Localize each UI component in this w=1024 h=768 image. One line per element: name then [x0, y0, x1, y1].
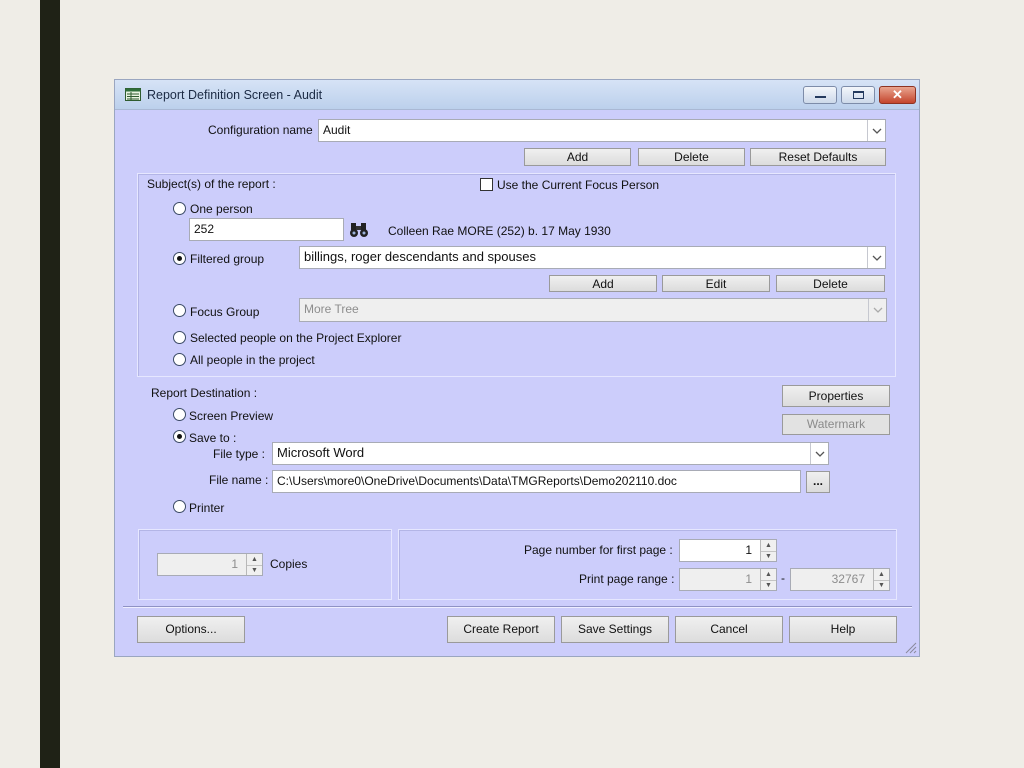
chevron-down-icon[interactable]: [867, 120, 885, 141]
person-description: Colleen Rae MORE (252) b. 17 May 1930: [388, 224, 611, 238]
copies-value: 1: [231, 557, 238, 571]
destination-label: Report Destination :: [151, 386, 258, 400]
copies-spinner[interactable]: 1 ▲ ▼: [157, 553, 263, 576]
first-page-spinner[interactable]: 1 ▲ ▼: [679, 539, 777, 562]
file-type-value: Microsoft Word: [277, 445, 365, 460]
screen-preview-label: Screen Preview: [189, 409, 274, 423]
config-add-button[interactable]: Add: [524, 148, 631, 166]
focus-group-radio[interactable]: [173, 304, 186, 317]
range-from-value: 1: [745, 572, 752, 586]
properties-button[interactable]: Properties: [782, 385, 890, 407]
focus-group-label: Focus Group: [190, 305, 260, 319]
use-focus-person-checkbox[interactable]: [480, 178, 493, 191]
title-bar: Report Definition Screen - Audit ✕: [115, 80, 919, 110]
use-focus-person-label: Use the Current Focus Person: [497, 178, 660, 192]
sidebar-bar: [40, 0, 60, 768]
spin-up-icon[interactable]: ▲: [247, 554, 262, 565]
resize-grip-icon[interactable]: [903, 640, 917, 657]
subjects-label: Subject(s) of the report :: [147, 177, 276, 191]
close-button[interactable]: ✕: [879, 86, 916, 104]
watermark-button[interactable]: Watermark: [782, 414, 890, 435]
spin-up-icon[interactable]: ▲: [874, 569, 889, 580]
minimize-icon: [815, 96, 826, 98]
binoculars-icon[interactable]: [348, 220, 370, 240]
window-title: Report Definition Screen - Audit: [147, 88, 323, 102]
printer-radio[interactable]: [173, 500, 186, 513]
footer-divider: [123, 606, 912, 608]
config-name-value: Audit: [323, 123, 351, 137]
range-separator: -: [781, 571, 785, 585]
group-edit-button[interactable]: Edit: [662, 275, 770, 292]
all-people-radio[interactable]: [173, 353, 186, 366]
maximize-icon: [853, 91, 864, 99]
save-settings-button[interactable]: Save Settings: [561, 616, 669, 643]
report-definition-dialog: Report Definition Screen - Audit ✕ Confi…: [114, 79, 920, 657]
chevron-down-icon[interactable]: [810, 443, 828, 464]
minimize-button[interactable]: [803, 86, 837, 104]
filtered-group-dropdown[interactable]: billings, roger descendants and spouses: [299, 246, 886, 269]
one-person-label: One person: [190, 202, 253, 216]
report-icon: [125, 88, 141, 104]
reset-defaults-button[interactable]: Reset Defaults: [750, 148, 886, 166]
close-icon: ✕: [892, 87, 903, 102]
first-page-value: 1: [745, 543, 752, 557]
save-to-radio[interactable]: [173, 430, 186, 443]
focus-group-value: More Tree: [304, 302, 359, 316]
file-type-dropdown[interactable]: Microsoft Word: [272, 442, 829, 465]
config-name-label: Configuration name: [208, 123, 313, 137]
file-type-label: File type :: [213, 447, 266, 461]
spin-down-icon[interactable]: ▼: [247, 564, 262, 576]
range-to-spin-buttons[interactable]: ▲ ▼: [873, 569, 889, 590]
maximize-button[interactable]: [841, 86, 875, 104]
range-to-value: 32767: [831, 572, 865, 586]
first-page-spin-buttons[interactable]: ▲ ▼: [760, 540, 776, 561]
spin-up-icon[interactable]: ▲: [761, 540, 776, 551]
spin-down-icon[interactable]: ▼: [761, 550, 776, 562]
save-to-label: Save to :: [189, 431, 237, 445]
copies-label: Copies: [270, 557, 308, 571]
first-page-label: Page number for first page :: [524, 543, 673, 557]
filtered-group-label: Filtered group: [190, 252, 265, 266]
options-button[interactable]: Options...: [137, 616, 245, 643]
selected-people-label: Selected people on the Project Explorer: [190, 331, 402, 345]
group-add-button[interactable]: Add: [549, 275, 657, 292]
copies-spin-buttons[interactable]: ▲ ▼: [246, 554, 262, 575]
create-report-button[interactable]: Create Report: [447, 616, 555, 643]
person-id-input[interactable]: 252: [189, 218, 344, 241]
help-button[interactable]: Help: [789, 616, 897, 643]
group-delete-button[interactable]: Delete: [776, 275, 885, 292]
screen-preview-radio[interactable]: [173, 408, 186, 421]
file-name-label: File name :: [209, 473, 269, 487]
printer-label: Printer: [189, 501, 225, 515]
spin-down-icon[interactable]: ▼: [874, 579, 889, 591]
config-delete-button[interactable]: Delete: [638, 148, 745, 166]
page-range-label: Print page range :: [579, 572, 675, 586]
config-name-dropdown[interactable]: Audit: [318, 119, 886, 142]
one-person-radio[interactable]: [173, 202, 186, 215]
filtered-group-radio[interactable]: [173, 252, 186, 265]
range-from-spin-buttons[interactable]: ▲ ▼: [760, 569, 776, 590]
spin-up-icon[interactable]: ▲: [761, 569, 776, 580]
cancel-button[interactable]: Cancel: [675, 616, 783, 643]
spin-down-icon[interactable]: ▼: [761, 579, 776, 591]
chevron-down-icon[interactable]: [868, 299, 886, 321]
selected-people-radio[interactable]: [173, 331, 186, 344]
focus-group-dropdown[interactable]: More Tree: [299, 298, 887, 322]
chevron-down-icon[interactable]: [867, 247, 885, 268]
range-from-spinner[interactable]: 1 ▲ ▼: [679, 568, 777, 591]
file-name-input[interactable]: C:\Users\more0\OneDrive\Documents\Data\T…: [272, 470, 801, 493]
filtered-group-value: billings, roger descendants and spouses: [304, 249, 536, 264]
range-to-spinner[interactable]: 32767 ▲ ▼: [790, 568, 890, 591]
all-people-label: All people in the project: [190, 353, 315, 367]
browse-button[interactable]: ...: [806, 471, 830, 493]
